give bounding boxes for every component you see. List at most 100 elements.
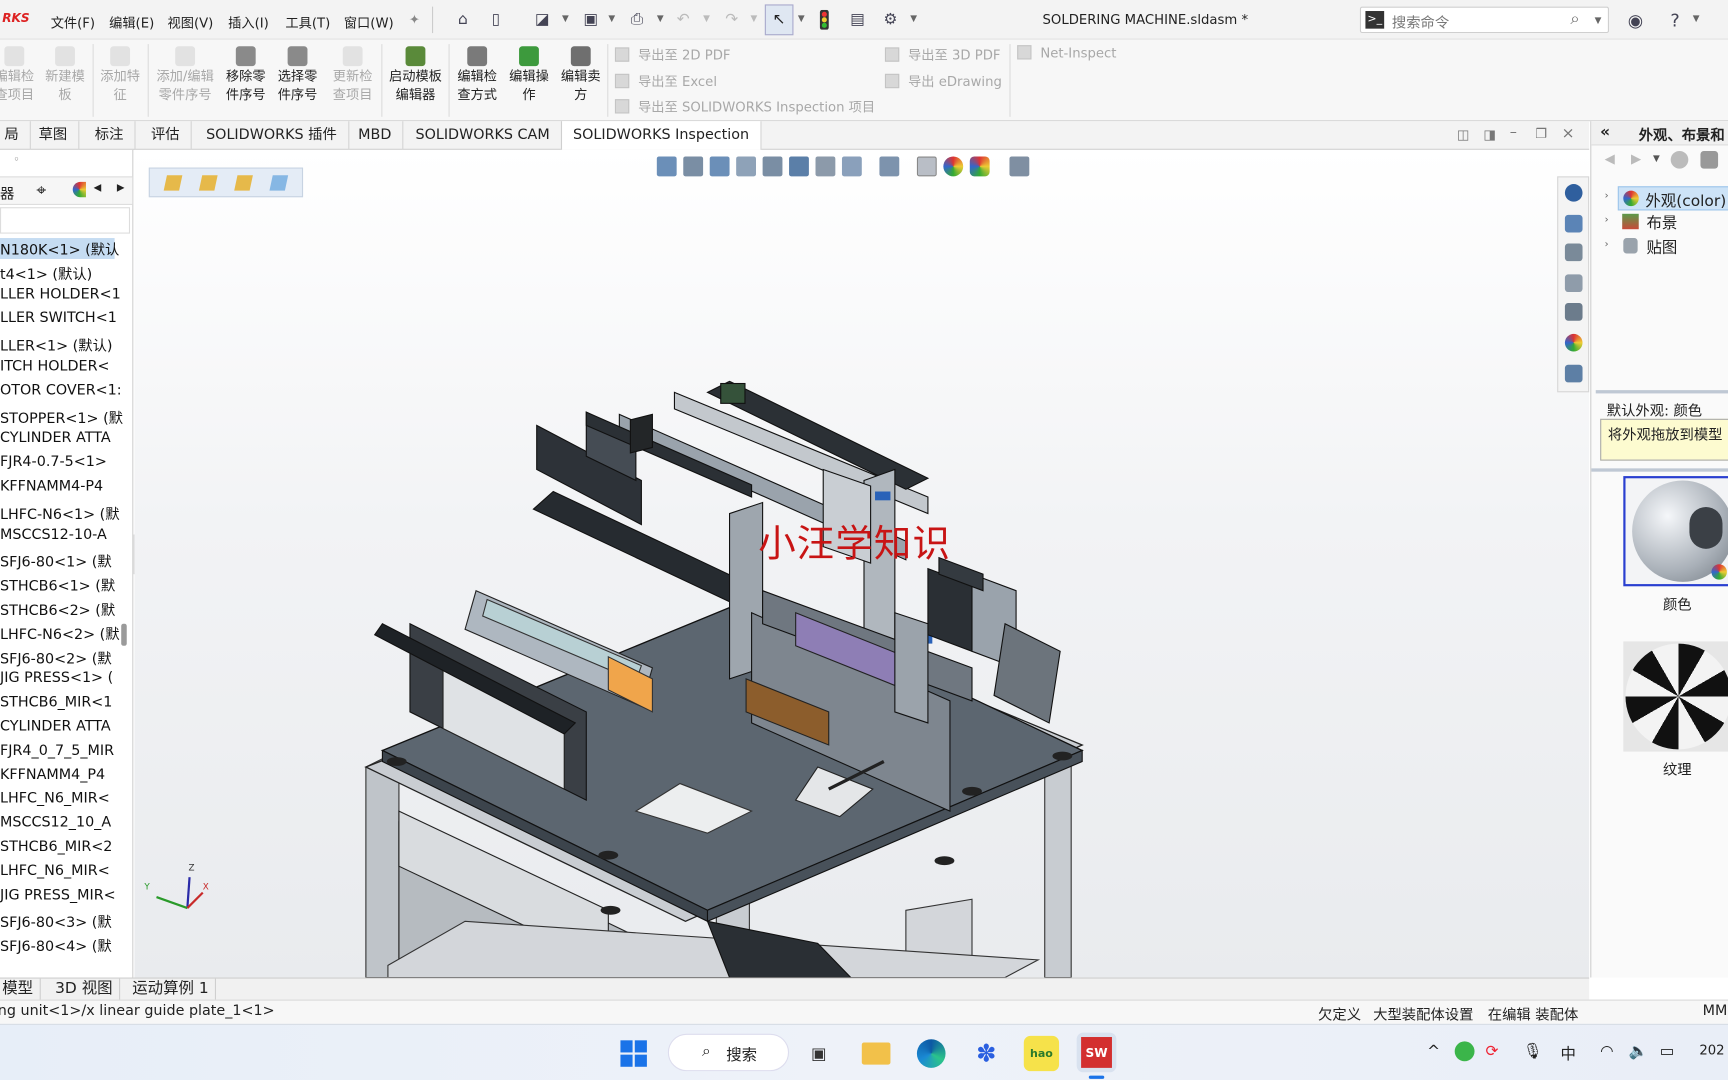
tile-window-icon[interactable]: ◫ [1457, 127, 1470, 142]
collapse-pane-icon[interactable]: « [1600, 123, 1610, 141]
taskbar-search[interactable]: ⌕ 搜索 [667, 1033, 790, 1072]
tree-item[interactable]: CYLINDER ATTA [0, 719, 111, 736]
menu-edit[interactable]: 编辑(E) [109, 13, 154, 32]
menu-window[interactable]: 窗口(W) [344, 13, 394, 32]
export-inspection-project-button[interactable]: 导出至 SOLIDWORKS Inspection 项目 [614, 97, 875, 116]
tree-item[interactable]: FJR4-0.7-5<1> [0, 454, 107, 471]
chevron-down-icon[interactable]: ▼ [910, 13, 917, 23]
tree-item[interactable]: KFFNAMM4_P4 [0, 767, 105, 784]
open-folder-icon[interactable]: ◪ [531, 9, 553, 31]
pane-splitter[interactable] [1591, 468, 1728, 472]
tree-item[interactable]: N180K<1> (默认 [0, 238, 119, 259]
clock[interactable]: 202 [1699, 1043, 1724, 1058]
tree-item-appearances[interactable]: 外观(color) [1617, 186, 1728, 211]
new-document-icon[interactable]: ▯ [485, 9, 507, 31]
chevron-right-icon[interactable]: › [1605, 239, 1609, 250]
tree-item-scenes[interactable]: 布景 [1646, 212, 1677, 234]
tree-item[interactable]: SFJ6-80<3> (默 [0, 911, 112, 932]
split-view-icon[interactable]: ◨ [1483, 127, 1496, 142]
help-icon[interactable]: ? [1664, 9, 1686, 31]
microphone-icon[interactable]: 🎙 [1523, 1043, 1543, 1061]
units-indicator[interactable]: MM [1703, 1003, 1728, 1020]
tab-evaluate[interactable]: 评估 [140, 121, 192, 150]
tab-markup[interactable]: 标注 [84, 121, 136, 150]
chevron-right-icon[interactable]: › [1605, 215, 1609, 226]
tree-item[interactable]: LLER<1> (默认) [0, 334, 112, 356]
tree-scrollbar-thumb[interactable] [121, 623, 127, 646]
swatch-texture[interactable] [1623, 641, 1728, 752]
solidworks-taskbar-button[interactable]: SW [1076, 1032, 1117, 1073]
export-excel-button[interactable]: 导出至 Excel [614, 72, 717, 91]
undo-icon[interactable]: ↶ [672, 9, 694, 31]
edge-browser-icon[interactable] [914, 1036, 949, 1071]
sync-icon[interactable]: ⟳ [1486, 1043, 1499, 1061]
tab-sketch[interactable]: 草图 [28, 121, 80, 150]
edit-inspection-project-button[interactable]: 编辑检查项目 [0, 44, 40, 105]
select-balloon-button[interactable]: 选择零件序号 [272, 44, 323, 105]
add-characteristic-button[interactable]: 添加特征 [95, 44, 146, 105]
view-palette-icon[interactable] [1564, 303, 1583, 321]
home-icon[interactable] [1564, 214, 1583, 233]
options-gear-icon[interactable]: ⚙ [879, 9, 901, 31]
task-view-icon[interactable]: ▣ [801, 1036, 836, 1071]
tree-item[interactable]: STOPPER<1> (默 [0, 406, 123, 428]
custom-properties-icon[interactable] [1564, 364, 1583, 383]
chevron-down-icon[interactable]: ▼ [1653, 153, 1660, 163]
chevron-left-icon[interactable]: ◀ [94, 183, 102, 194]
file-explorer-icon[interactable] [858, 1036, 893, 1071]
configuration-icon[interactable]: 器 [0, 182, 14, 203]
save-icon[interactable]: ▣ [580, 9, 602, 31]
menu-file[interactable]: 文件(F) [51, 13, 95, 32]
close-icon[interactable]: × [1562, 125, 1575, 143]
tree-item[interactable]: ITCH HOLDER< [0, 358, 110, 375]
tree-item[interactable]: LHFC_N6_MIR< [0, 863, 110, 880]
restore-icon[interactable]: ❐ [1535, 126, 1547, 141]
tree-item[interactable]: STHCB6<1> (默 [0, 574, 115, 596]
baidu-paw-icon[interactable]: ✽ [969, 1036, 1004, 1071]
pane-splitter[interactable] [1595, 390, 1728, 394]
chevron-down-icon[interactable]: ▼ [1595, 15, 1602, 25]
filter-icon[interactable]: ◦ [13, 154, 20, 166]
tab-solidworks-addins[interactable]: SOLIDWORKS 插件 [195, 121, 349, 150]
forward-icon[interactable]: ▶ [1631, 151, 1641, 166]
print-icon[interactable]: ⎙ [626, 9, 648, 31]
tree-item[interactable]: MSCCS12-10-A [0, 526, 107, 543]
tree-item[interactable]: JIG PRESS<1> ( [0, 670, 113, 687]
tab-layout[interactable]: 局 [0, 121, 31, 150]
tree-item[interactable]: LHFC_N6_MIR< [0, 791, 110, 808]
wifi-icon[interactable]: ◠ [1600, 1043, 1613, 1061]
tree-filter-input[interactable] [0, 207, 131, 234]
tree-item[interactable]: SFJ6-80<4> (默 [0, 935, 112, 956]
appearances-icon[interactable] [1564, 333, 1583, 352]
large-assembly-settings[interactable]: 大型装配体设置 [1373, 1003, 1473, 1024]
tree-item[interactable]: LLER SWITCH<1 [0, 310, 117, 327]
tab-model[interactable]: 模型 [0, 978, 41, 1001]
edit-inspection-method-button[interactable]: 编辑检查方式 [452, 44, 503, 105]
display-manager-icon[interactable] [72, 181, 86, 198]
pin-icon[interactable]: ✦ [403, 9, 425, 31]
tree-item[interactable]: JIG PRESS_MIR< [0, 887, 116, 904]
update-inspection-project-button[interactable]: 更新检查项目 [327, 44, 378, 105]
remove-balloon-button[interactable]: 移除零件序号 [220, 44, 271, 105]
chevron-down-icon[interactable]: ▼ [562, 13, 569, 23]
net-inspect-button[interactable]: Net-Inspect [1017, 45, 1116, 61]
menu-insert[interactable]: 插入(I) [228, 13, 269, 32]
user-account-icon[interactable]: ◉ [1624, 9, 1646, 31]
volume-icon[interactable]: 🔈 [1629, 1043, 1648, 1061]
tree-item[interactable]: LHFC-N6<2> (默 [0, 622, 120, 644]
tree-item[interactable]: OTOR COVER<1: [0, 382, 122, 399]
tab-mbd[interactable]: MBD [347, 121, 404, 150]
solidworks-resources-icon[interactable] [1564, 184, 1583, 202]
file-explorer-icon[interactable] [1564, 274, 1583, 293]
chevron-right-icon[interactable]: › [1605, 191, 1609, 202]
chevron-down-icon[interactable]: ▼ [657, 13, 664, 23]
export-edrawing-button[interactable]: 导出 eDrawing [884, 72, 1002, 91]
tree-item-decals[interactable]: 贴图 [1646, 236, 1677, 258]
tree-item[interactable]: LHFC-N6<1> (默 [0, 502, 120, 524]
add-edit-balloon-button[interactable]: 添加/编辑零件序号 [152, 44, 218, 105]
ime-indicator[interactable]: 中 [1560, 1043, 1575, 1065]
edit-vendor-button[interactable]: 编辑卖方 [555, 44, 606, 105]
chevron-down-icon[interactable]: ▼ [798, 13, 805, 23]
chevron-down-icon[interactable]: ▼ [703, 13, 710, 23]
show-hidden-icons-chevron-icon[interactable]: ^ [1427, 1043, 1440, 1061]
